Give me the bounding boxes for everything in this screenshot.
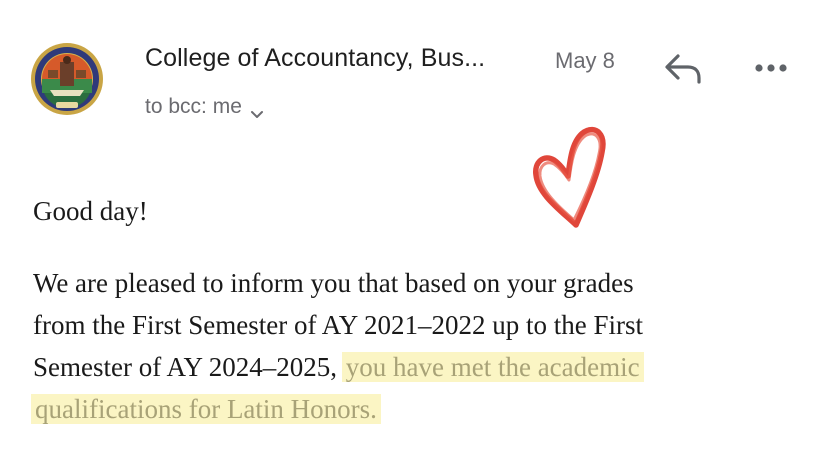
sender-name[interactable]: College of Accountancy, Bus... — [145, 44, 485, 73]
more-horizontal-icon — [755, 64, 787, 72]
more-options-button[interactable] — [752, 56, 792, 80]
email-header: College of Accountancy, Bus... May 8 to … — [0, 0, 827, 140]
email-date: May 8 — [555, 48, 615, 73]
email-body-paragraph: We are pleased to inform you that based … — [31, 262, 803, 430]
body-line-text: Semester of AY 2024–2025, — [33, 352, 337, 382]
body-line: We are pleased to inform you that based … — [33, 268, 634, 298]
body-line: from the First Semester of AY 2021–2022 … — [33, 310, 643, 340]
highlighted-text: you have met the academic — [341, 352, 644, 382]
sender-avatar[interactable] — [30, 42, 104, 116]
recipients-toggle[interactable]: to bcc: me — [145, 95, 264, 119]
body-line: qualifications for Latin Honors. — [31, 388, 803, 430]
reply-button[interactable] — [662, 50, 704, 86]
body-line: Semester of AY 2024–2025, you have met t… — [33, 346, 803, 388]
reply-icon — [665, 54, 701, 84]
college-seal-logo — [31, 43, 103, 115]
hand-drawn-heart — [533, 126, 606, 228]
email-greeting: Good day! — [33, 196, 148, 226]
chevron-down-icon — [250, 102, 264, 118]
recipients-label: to bcc: me — [145, 95, 242, 118]
highlighted-text: qualifications for Latin Honors. — [31, 394, 381, 424]
